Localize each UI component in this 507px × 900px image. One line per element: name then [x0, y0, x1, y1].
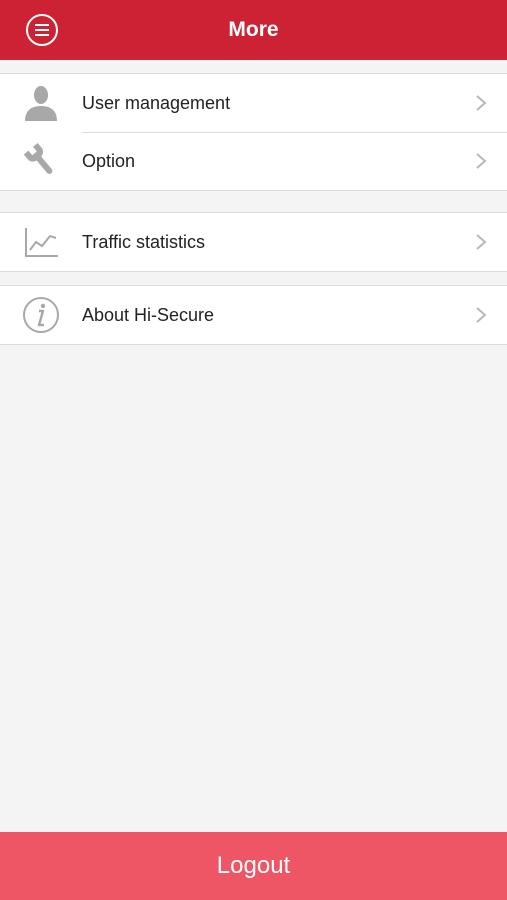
- menu-item-user-management[interactable]: User management: [0, 74, 507, 132]
- menu-item-label: User management: [82, 93, 231, 113]
- menu-item-label: About Hi-Secure: [82, 305, 215, 325]
- menu-item-traffic-statistics[interactable]: Traffic statistics: [0, 213, 507, 271]
- info-icon: [20, 295, 62, 335]
- logout-button[interactable]: Logout: [0, 832, 507, 900]
- menu-item-option[interactable]: Option: [0, 132, 507, 190]
- user-icon: [20, 83, 62, 123]
- settings-group-account: User management Option: [0, 73, 507, 191]
- row-divider: [82, 132, 507, 133]
- chevron-right-icon: [475, 233, 487, 251]
- settings-group-about: About Hi-Secure: [0, 285, 507, 345]
- menu-item-about[interactable]: About Hi-Secure: [0, 286, 507, 344]
- wrench-icon: [20, 141, 62, 181]
- page-title: More: [228, 18, 279, 41]
- menu-item-label: Traffic statistics: [82, 232, 206, 252]
- chevron-right-icon: [475, 94, 487, 112]
- header-bar: More: [0, 0, 507, 60]
- logout-label: Logout: [216, 852, 291, 879]
- menu-item-label: Option: [82, 151, 136, 171]
- line-chart-icon: [20, 222, 62, 262]
- chevron-right-icon: [475, 306, 487, 324]
- settings-group-statistics: Traffic statistics: [0, 212, 507, 272]
- chevron-right-icon: [475, 152, 487, 170]
